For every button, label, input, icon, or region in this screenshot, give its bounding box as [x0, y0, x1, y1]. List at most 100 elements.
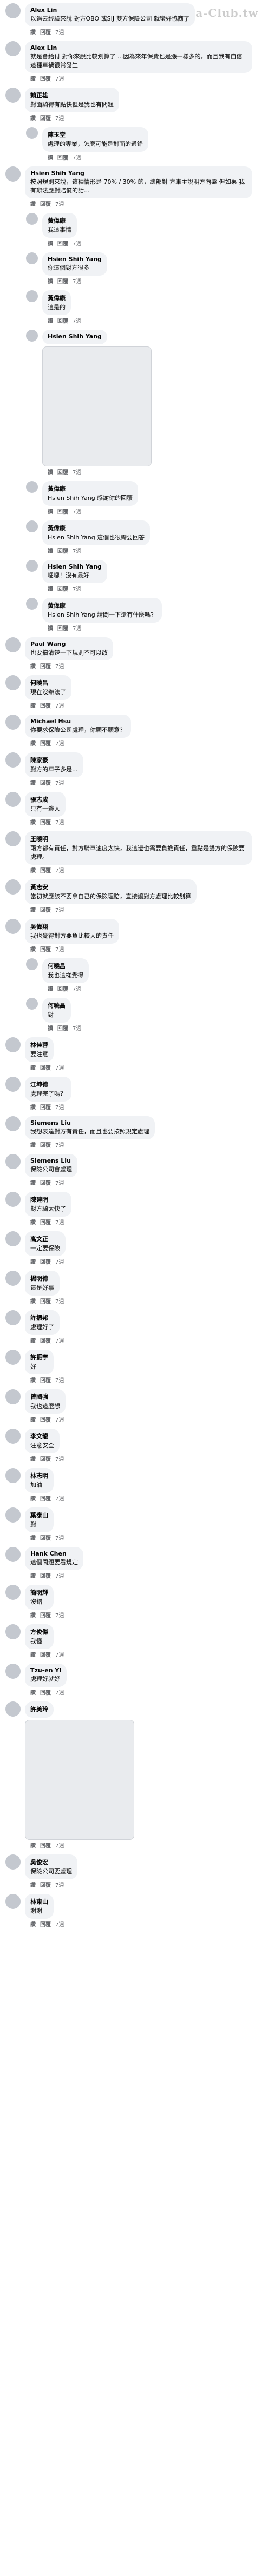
comment-author[interactable]: Hsien Shih Yang [48, 563, 102, 570]
like-button[interactable]: 讚 [48, 470, 53, 476]
comment-author[interactable]: 許振宇 [30, 1353, 48, 1362]
comment-time[interactable]: 7週 [73, 155, 81, 161]
reply-button[interactable]: 回覆 [40, 202, 51, 208]
comment-author[interactable]: 林佳蓉 [30, 1040, 48, 1049]
like-button[interactable]: 讚 [30, 1378, 36, 1384]
reply-button[interactable]: 回覆 [40, 30, 51, 36]
reply-button[interactable]: 回覆 [40, 868, 51, 874]
avatar[interactable] [26, 958, 38, 970]
like-button[interactable]: 讚 [30, 1883, 36, 1888]
avatar[interactable] [5, 1854, 21, 1870]
avatar[interactable] [5, 1077, 21, 1092]
avatar[interactable] [5, 166, 21, 182]
like-button[interactable]: 讚 [30, 780, 36, 786]
reply-button[interactable]: 回覆 [40, 703, 51, 709]
reply-button[interactable]: 回覆 [40, 907, 51, 913]
avatar[interactable] [26, 213, 38, 225]
like-button[interactable]: 讚 [30, 1613, 36, 1619]
comment-time[interactable]: 7週 [55, 947, 64, 953]
reply-button[interactable]: 回覆 [40, 1536, 51, 1541]
comment-time[interactable]: 7週 [55, 780, 64, 786]
avatar[interactable] [5, 1310, 21, 1325]
like-button[interactable]: 讚 [30, 76, 36, 82]
reply-button[interactable]: 回覆 [57, 549, 68, 555]
comment-author[interactable]: 楊明德 [30, 1274, 54, 1283]
like-button[interactable]: 讚 [30, 907, 36, 913]
like-button[interactable]: 讚 [30, 1105, 36, 1111]
reply-button[interactable]: 回覆 [40, 1338, 51, 1344]
like-button[interactable]: 讚 [30, 1417, 36, 1423]
like-button[interactable]: 讚 [30, 1143, 36, 1149]
avatar[interactable] [5, 1231, 21, 1246]
avatar[interactable] [26, 290, 38, 302]
avatar[interactable] [5, 1116, 21, 1131]
avatar[interactable] [26, 127, 38, 139]
avatar[interactable] [26, 330, 38, 342]
like-button[interactable]: 讚 [30, 1922, 36, 1928]
comment-time[interactable]: 7週 [73, 279, 81, 285]
like-button[interactable]: 讚 [30, 1536, 36, 1541]
like-button[interactable]: 讚 [30, 116, 36, 122]
comment-author[interactable]: Paul Wang [30, 640, 108, 648]
comment-author[interactable]: 黃偉康 [48, 293, 66, 302]
avatar[interactable] [5, 1429, 21, 1444]
comment-time[interactable]: 7週 [55, 1299, 64, 1305]
comment-author[interactable]: 方俊傑 [30, 1627, 48, 1636]
comment-author[interactable]: 何曉昌 [48, 962, 83, 970]
avatar[interactable] [5, 831, 21, 846]
comment-author[interactable]: 賴正雄 [30, 91, 114, 99]
reply-button[interactable]: 回覆 [40, 1922, 51, 1928]
comment-time[interactable]: 7週 [55, 703, 64, 709]
avatar[interactable] [5, 1894, 21, 1909]
comment-time[interactable]: 7週 [55, 1536, 64, 1541]
avatar[interactable] [5, 3, 21, 18]
comment-image[interactable] [42, 346, 152, 466]
reply-button[interactable]: 回覆 [57, 279, 68, 285]
avatar[interactable] [5, 1192, 21, 1207]
avatar[interactable] [5, 1037, 21, 1052]
avatar[interactable] [5, 637, 21, 652]
avatar[interactable] [5, 1154, 21, 1169]
avatar[interactable] [5, 1350, 21, 1365]
comment-time[interactable]: 7週 [55, 1105, 64, 1111]
like-button[interactable]: 讚 [48, 155, 53, 161]
comment-author[interactable]: 張志成 [30, 795, 60, 804]
like-button[interactable]: 讚 [30, 1843, 36, 1849]
reply-button[interactable]: 回覆 [57, 470, 68, 476]
reply-button[interactable]: 回覆 [40, 1299, 51, 1305]
comment-author[interactable]: 林志明 [30, 1471, 48, 1480]
like-button[interactable]: 讚 [48, 626, 53, 632]
reply-button[interactable]: 回覆 [40, 1652, 51, 1658]
like-button[interactable]: 讚 [30, 1338, 36, 1344]
comment-author[interactable]: Hsien Shih Yang [48, 333, 102, 340]
comment-author[interactable]: Tzu-en Yi [30, 1667, 61, 1674]
comment-author[interactable]: 吳偉翔 [30, 922, 114, 931]
like-button[interactable]: 讚 [30, 820, 36, 826]
like-button[interactable]: 讚 [30, 703, 36, 709]
like-button[interactable]: 讚 [30, 1299, 36, 1305]
comment-author[interactable]: Hank Chen [30, 1550, 78, 1557]
reply-button[interactable]: 回覆 [40, 741, 51, 747]
comment-author[interactable]: 黃偉康 [48, 601, 156, 610]
reply-button[interactable]: 回覆 [57, 986, 68, 992]
reply-button[interactable]: 回覆 [57, 318, 68, 324]
comment-author[interactable]: 曾國強 [30, 1392, 60, 1401]
comment-time[interactable]: 7週 [55, 664, 64, 670]
like-button[interactable]: 讚 [30, 1180, 36, 1186]
like-button[interactable]: 讚 [48, 241, 53, 247]
comment-author[interactable]: 陳建明 [30, 1195, 66, 1204]
avatar[interactable] [26, 560, 38, 572]
like-button[interactable]: 讚 [30, 664, 36, 670]
reply-button[interactable]: 回覆 [40, 1417, 51, 1423]
like-button[interactable]: 讚 [30, 1457, 36, 1463]
reply-button[interactable]: 回覆 [40, 1180, 51, 1186]
reply-button[interactable]: 回覆 [40, 1883, 51, 1888]
reply-button[interactable]: 回覆 [40, 1496, 51, 1502]
avatar[interactable] [26, 252, 38, 264]
avatar[interactable] [5, 752, 21, 768]
comment-time[interactable]: 7週 [55, 1180, 64, 1186]
comment-time[interactable]: 7週 [73, 509, 81, 515]
like-button[interactable]: 讚 [30, 947, 36, 953]
comment-author[interactable]: 許振邦 [30, 1313, 54, 1322]
comment-time[interactable]: 7週 [55, 1690, 64, 1696]
